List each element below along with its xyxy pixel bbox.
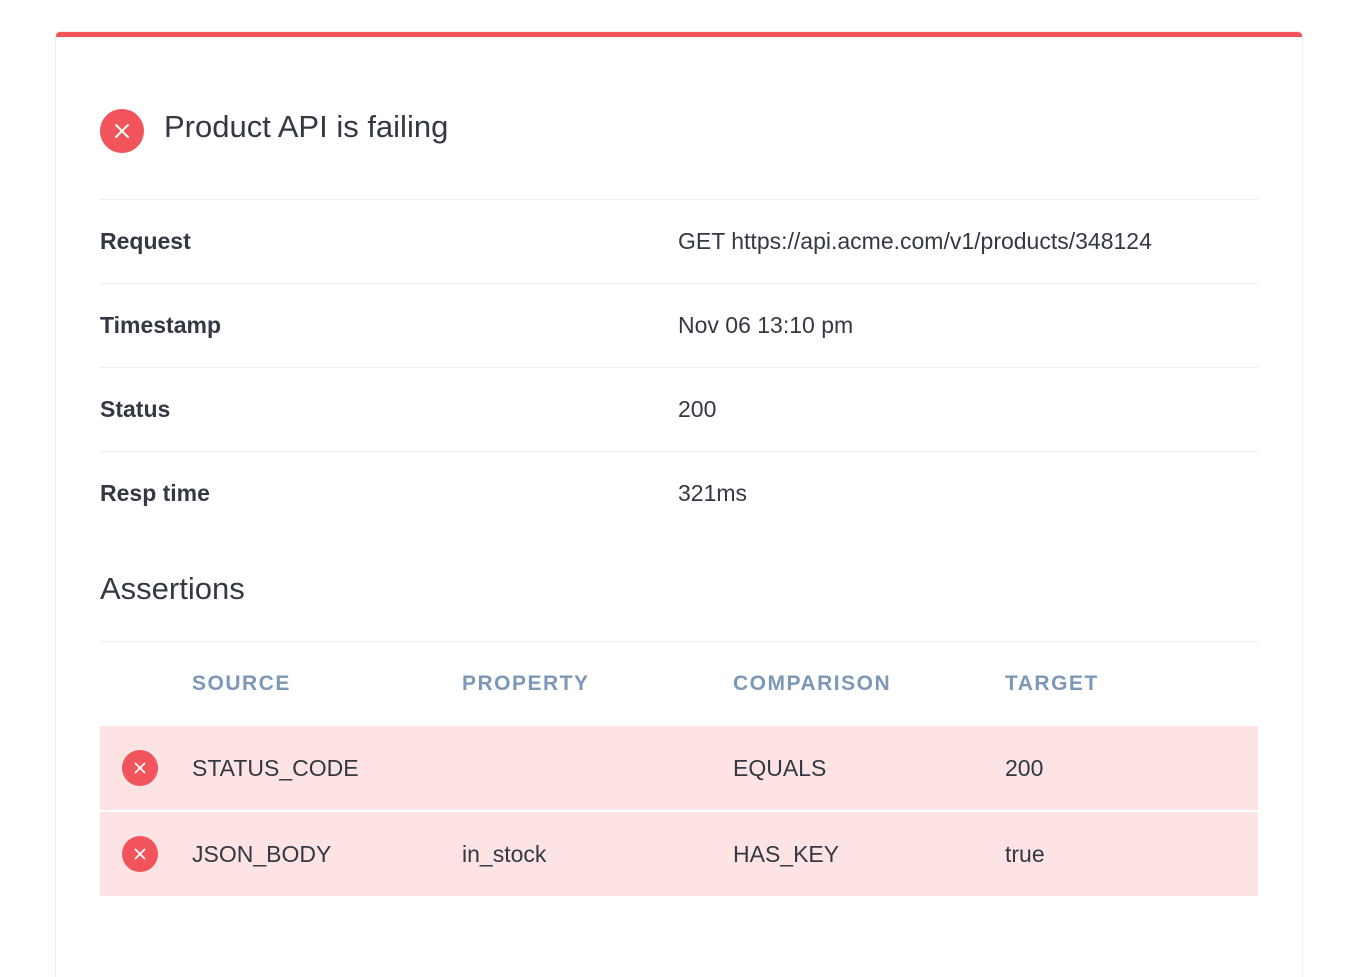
cell-target: true xyxy=(1005,840,1045,867)
detail-label: Resp time xyxy=(100,480,210,506)
column-header-source: SOURCE xyxy=(192,672,291,695)
detail-value: Nov 06 13:10 pm xyxy=(678,312,854,338)
cell-property: in_stock xyxy=(462,840,547,867)
row-status-cell xyxy=(100,750,192,786)
column-header-property: PROPERTY xyxy=(462,672,590,695)
detail-row-request: Request GET https://api.acme.com/v1/prod… xyxy=(100,200,1258,284)
detail-row-timestamp: Timestamp Nov 06 13:10 pm xyxy=(100,284,1258,368)
alert-header: Product API is failing xyxy=(100,109,448,153)
table-header-row: SOURCE PROPERTY COMPARISON TARGET xyxy=(100,642,1258,726)
detail-label: Timestamp xyxy=(100,312,222,338)
detail-value: 321ms xyxy=(678,480,748,506)
table-row: STATUS_CODE EQUALS 200 xyxy=(100,726,1258,810)
alert-title: Product API is failing xyxy=(164,109,449,144)
detail-label: Request xyxy=(100,228,191,254)
cell-source: JSON_BODY xyxy=(192,840,332,867)
assertions-heading: Assertions xyxy=(100,571,245,606)
cell-comparison: EQUALS xyxy=(733,754,827,781)
error-x-icon xyxy=(122,836,158,872)
detail-row-status: Status 200 xyxy=(100,368,1258,452)
detail-label: Status xyxy=(100,396,171,422)
column-header-target: TARGET xyxy=(1005,672,1099,695)
table-row: JSON_BODY in_stock HAS_KEY true xyxy=(100,810,1258,896)
detail-row-resp-time: Resp time 321ms xyxy=(100,452,1258,535)
error-x-icon xyxy=(122,750,158,786)
detail-value: GET https://api.acme.com/v1/products/348… xyxy=(678,228,1152,254)
assertions-table: SOURCE PROPERTY COMPARISON TARGET STATUS… xyxy=(100,641,1258,896)
details-table: Request GET https://api.acme.com/v1/prod… xyxy=(100,199,1258,535)
cell-source: STATUS_CODE xyxy=(192,754,359,781)
row-status-cell xyxy=(100,836,192,872)
alert-card: Product API is failing Request GET https… xyxy=(56,32,1302,977)
cell-comparison: HAS_KEY xyxy=(733,840,840,867)
detail-value: 200 xyxy=(678,396,717,422)
column-header-comparison: COMPARISON xyxy=(733,672,892,695)
cell-target: 200 xyxy=(1005,754,1044,781)
error-x-icon xyxy=(100,109,144,153)
